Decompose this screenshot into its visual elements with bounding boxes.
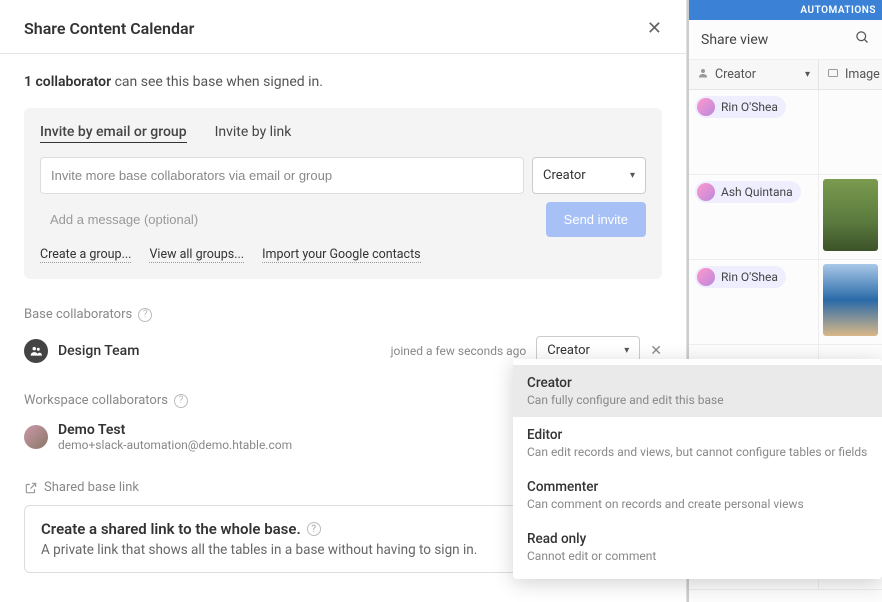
cell-image[interactable]: [819, 90, 882, 174]
avatar: [697, 98, 715, 116]
column-creator-label: Creator: [715, 67, 756, 82]
help-icon[interactable]: ?: [138, 308, 152, 322]
collab-suffix: can see this base when signed in.: [111, 74, 323, 90]
modal-title: Share Content Calendar: [24, 19, 194, 38]
help-icon[interactable]: ?: [307, 522, 321, 536]
person-name: Rin O'Shea: [721, 100, 778, 114]
user-name: Demo Test: [58, 422, 292, 438]
option-title: Read only: [527, 531, 868, 547]
cell-creator[interactable]: Rin O'Shea: [689, 90, 819, 174]
option-title: Creator: [527, 375, 868, 391]
close-button[interactable]: ✕: [647, 18, 662, 39]
person-name: Ash Quintana: [721, 185, 793, 199]
column-images[interactable]: Image: [819, 60, 882, 89]
role-option-editor[interactable]: Editor Can edit records and views, but c…: [513, 417, 882, 469]
send-invite-button[interactable]: Send invite: [546, 202, 646, 237]
share-view-label: Share view: [701, 32, 768, 48]
joined-timestamp: joined a few seconds ago: [391, 344, 527, 358]
view-groups-link[interactable]: View all groups...: [149, 247, 244, 263]
cell-image[interactable]: [819, 260, 882, 344]
option-title: Commenter: [527, 479, 868, 495]
chevron-down-icon: ▾: [805, 69, 810, 80]
invite-message-row: Send invite: [40, 202, 646, 237]
role-option-creator[interactable]: Creator Can fully configure and edit thi…: [513, 365, 882, 417]
image-thumbnail[interactable]: [823, 264, 878, 336]
role-dropdown[interactable]: Creator Can fully configure and edit thi…: [513, 359, 882, 579]
share-card-desc: A private link that shows all the tables…: [41, 542, 477, 558]
option-desc: Can fully configure and edit this base: [527, 393, 868, 407]
group-avatar: [24, 339, 48, 363]
person-pill: Rin O'Shea: [695, 96, 786, 118]
share-card-title-row: Create a shared link to the whole base. …: [41, 520, 477, 538]
person-icon: [697, 67, 709, 83]
section-base-collaborators: Base collaborators ?: [24, 307, 662, 322]
option-desc: Cannot edit or comment: [527, 549, 868, 563]
modal-header: Share Content Calendar ✕: [0, 0, 686, 54]
section-label-text: Base collaborators: [24, 307, 132, 322]
avatar: [697, 183, 715, 201]
share-card-title: Create a shared link to the whole base.: [41, 520, 301, 538]
option-desc: Can edit records and views, but cannot c…: [527, 445, 868, 459]
cell-image[interactable]: [819, 175, 882, 259]
automations-label: AUTOMATIONS: [800, 5, 876, 16]
person-pill: Ash Quintana: [695, 181, 801, 203]
option-desc: Can comment on records and create person…: [527, 497, 868, 511]
invite-quick-links: Create a group... View all groups... Imp…: [40, 247, 646, 263]
role-label: Creator: [547, 343, 590, 358]
person-name: Rin O'Shea: [721, 270, 778, 284]
avatar: [24, 425, 48, 449]
invite-email-input[interactable]: [40, 157, 524, 194]
close-icon: ✕: [647, 18, 662, 38]
table-row[interactable]: Ash Quintana: [689, 175, 882, 260]
invite-message-input[interactable]: [40, 202, 538, 237]
collaborator-name: Design Team: [58, 343, 139, 359]
person-pill: Rin O'Shea: [695, 266, 786, 288]
image-thumbnail[interactable]: [823, 179, 878, 251]
import-google-link[interactable]: Import your Google contacts: [262, 247, 421, 263]
invite-tabs: Invite by email or group Invite by link: [40, 124, 646, 143]
help-icon[interactable]: ?: [174, 394, 188, 408]
role-option-readonly[interactable]: Read only Cannot edit or comment: [513, 521, 882, 573]
user-email: demo+slack-automation@demo.htable.com: [58, 438, 292, 452]
create-group-link[interactable]: Create a group...: [40, 247, 131, 263]
role-option-commenter[interactable]: Commenter Can comment on records and cre…: [513, 469, 882, 521]
invite-input-row: Creator ▾: [40, 157, 646, 194]
column-images-label: Image: [845, 67, 880, 82]
invite-role-select[interactable]: Creator ▾: [532, 157, 646, 194]
collaborator-summary: 1 collaborator can see this base when si…: [24, 74, 662, 90]
tab-invite-link[interactable]: Invite by link: [215, 124, 292, 143]
section-label-text: Shared base link: [44, 480, 139, 495]
collab-count: 1 collaborator: [24, 74, 111, 90]
table-row[interactable]: Rin O'Shea: [689, 260, 882, 345]
tab-invite-email[interactable]: Invite by email or group: [40, 124, 187, 143]
external-link-icon: [24, 481, 38, 495]
option-title: Editor: [527, 427, 868, 443]
attachment-icon: [827, 67, 839, 83]
section-label-text: Workspace collaborators: [24, 393, 168, 408]
bg-share-view-row[interactable]: Share view: [689, 20, 882, 60]
column-creator[interactable]: Creator ▾: [689, 60, 819, 89]
user-meta: Demo Test demo+slack-automation@demo.hta…: [58, 422, 292, 452]
chevron-down-icon: ▾: [624, 345, 629, 356]
invite-box: Invite by email or group Invite by link …: [24, 108, 662, 279]
avatar: [697, 268, 715, 286]
role-selected-label: Creator: [543, 168, 586, 183]
cell-creator[interactable]: Ash Quintana: [689, 175, 819, 259]
cell-creator[interactable]: Rin O'Shea: [689, 260, 819, 344]
bg-column-headers: Creator ▾ Image: [689, 60, 882, 90]
table-row[interactable]: Rin O'Shea: [689, 90, 882, 175]
remove-collaborator-button[interactable]: ✕: [650, 343, 662, 359]
chevron-down-icon: ▾: [630, 170, 635, 181]
bg-topbar: AUTOMATIONS: [689, 0, 882, 20]
search-icon[interactable]: [855, 30, 870, 49]
